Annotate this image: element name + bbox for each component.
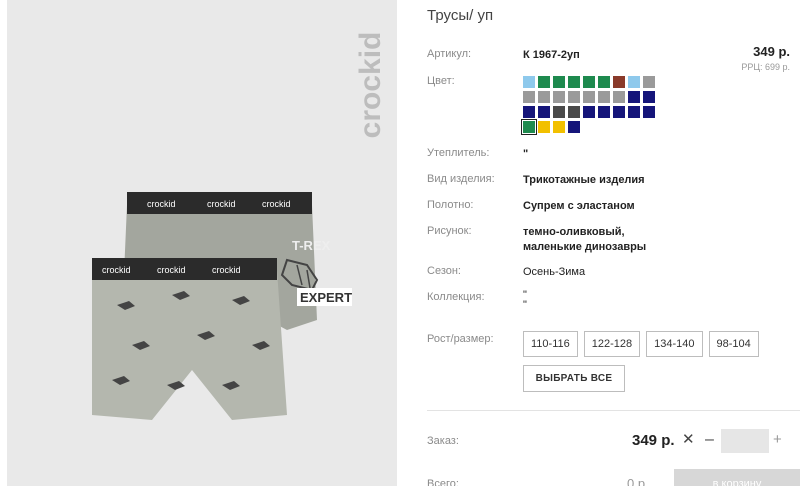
product-image[interactable]: crockid crockid crockid crockid T-REX EX… [7,0,397,486]
product-type-label: Вид изделия: [427,173,495,185]
quantity-decrease-button[interactable]: – [705,431,714,449]
season-label: Сезон: [427,265,461,277]
color-swatch[interactable] [568,106,580,118]
article-label: Артикул: [427,48,472,60]
price: 349 р. [753,44,790,59]
select-all-button[interactable]: ВЫБРАТЬ ВСЕ [523,365,625,392]
divider [427,410,800,411]
waistband-text: crockid [102,265,131,275]
color-swatch[interactable] [583,106,595,118]
order-label: Заказ: [427,435,459,447]
fabric-label: Полотно: [427,199,474,211]
waistband-text: crockid [262,199,291,209]
color-swatch[interactable] [613,91,625,103]
pattern-value-line2: маленькие динозавры [523,241,647,253]
insulation-label: Утеплитель: [427,147,490,159]
color-swatch[interactable] [598,76,610,88]
color-swatch[interactable] [553,76,565,88]
color-swatch[interactable] [523,76,535,88]
swatch-row [523,91,683,103]
size-option-110-116[interactable]: 110-116 [523,331,578,357]
color-swatch[interactable] [538,121,550,133]
quantity-input[interactable] [721,429,769,453]
color-swatch[interactable] [523,106,535,118]
color-swatch[interactable] [538,76,550,88]
waistband-text: crockid [212,265,241,275]
product-type-value: Трикотажные изделия [523,174,645,186]
page-title: Трусы/ уп [427,7,494,24]
color-swatch[interactable] [598,91,610,103]
brand-logo-text: crockid [354,32,387,139]
color-swatch[interactable] [521,119,537,135]
quantity-increase-button[interactable]: + [773,431,782,448]
product-details: Трусы/ уп Артикул: К 1967-2уп 349 р. РРЦ… [427,0,800,486]
color-swatch[interactable] [523,91,535,103]
remove-icon[interactable]: ✕ [682,430,695,448]
swatch-row [523,106,683,118]
waistband-text: crockid [147,199,176,209]
color-swatches [521,76,683,136]
order-price: 349 р. [632,432,675,449]
pattern-value-line1: темно-оливковый, [523,226,625,238]
color-swatch[interactable] [553,121,565,133]
pattern-label: Рисунок: [427,225,472,237]
color-swatch[interactable] [568,91,580,103]
size-option-98-104[interactable]: 98-104 [708,331,759,357]
color-swatch[interactable] [553,106,565,118]
color-swatch[interactable] [643,76,655,88]
fabric-value: Супрем с эластаном [523,200,635,212]
print-trex: T-REX [292,238,331,253]
size-option-122-128[interactable]: 122-128 [583,331,641,357]
color-swatch[interactable] [628,91,640,103]
swatch-row [521,119,683,135]
color-swatch[interactable] [613,76,625,88]
color-swatch[interactable] [583,76,595,88]
size-label: Рост/размер: [427,333,494,345]
color-swatch[interactable] [628,106,640,118]
season-value: Осень-Зима [523,266,586,278]
swatch-row [523,76,683,88]
underwear-illustration: crockid crockid crockid T-REX EXPERT cro… [92,192,352,420]
color-swatch[interactable] [628,76,640,88]
collection-value-line2: " [523,299,527,311]
color-swatch[interactable] [598,106,610,118]
total-value: 0 р. [627,476,649,486]
color-swatch[interactable] [538,91,550,103]
color-swatch[interactable] [583,91,595,103]
print-expert: EXPERT [300,290,352,305]
color-label: Цвет: [427,75,455,87]
color-swatch[interactable] [613,106,625,118]
size-option-134-140[interactable]: 134-140 [646,331,703,357]
article-value: К 1967-2уп [523,49,580,61]
color-swatch[interactable] [568,121,580,133]
color-swatch[interactable] [538,106,550,118]
rrp-price: РРЦ: 699 р. [741,62,790,72]
size-options: 110-116 122-128 134-140 98-104 [523,331,759,357]
color-swatch[interactable] [568,76,580,88]
waistband-text: crockid [157,265,186,275]
waistband-text: crockid [207,199,236,209]
collection-label: Коллекция: [427,291,485,303]
add-to-cart-button[interactable]: в корзину [674,469,800,486]
color-swatch[interactable] [643,106,655,118]
insulation-value: " [523,148,529,160]
color-swatch[interactable] [553,91,565,103]
brand-logo: crockid [354,32,387,139]
total-label: Всего: [427,478,459,486]
color-swatch[interactable] [643,91,655,103]
